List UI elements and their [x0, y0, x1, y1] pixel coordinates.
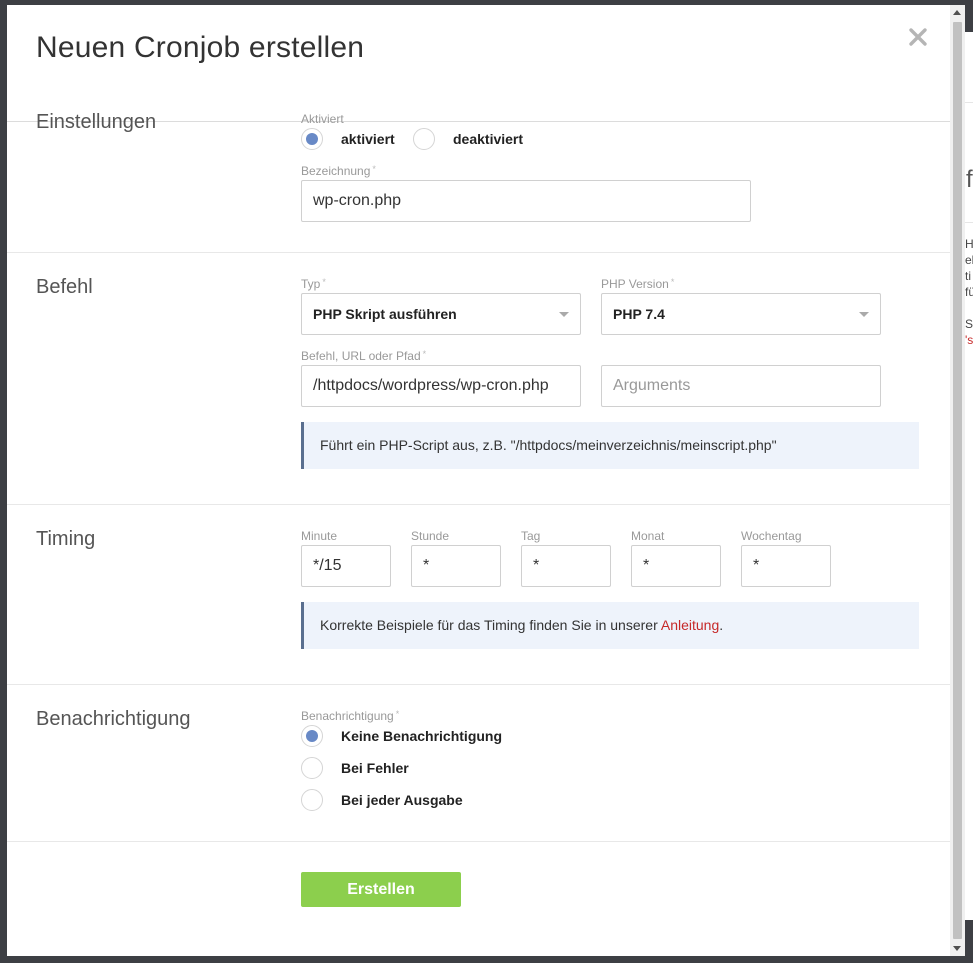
radio-deactivated[interactable]: [413, 128, 435, 150]
background-text-fragment: eh: [965, 253, 973, 267]
active-label: Aktiviert: [301, 112, 344, 126]
scroll-down-icon[interactable]: [953, 946, 961, 951]
background-text-fragment: Sp: [965, 317, 973, 331]
timing-label-weekday: Wochentag: [741, 529, 802, 543]
timing-info-text: Korrekte Beispiele für das Timing finden…: [320, 617, 661, 633]
section-title-command: Befehl: [36, 276, 93, 298]
section-divider: [7, 684, 950, 685]
type-select-value: PHP Skript ausführen: [313, 306, 457, 322]
radio-notification-on-error[interactable]: [301, 757, 323, 779]
radio-notification-none[interactable]: [301, 725, 323, 747]
background-text-fragment: ti: [965, 269, 971, 283]
scroll-up-icon[interactable]: [953, 10, 961, 15]
close-icon[interactable]: [906, 25, 930, 49]
timing-label-minute: Minute: [301, 529, 338, 543]
chevron-down-icon: [559, 312, 569, 317]
timing-input-minute[interactable]: [301, 545, 391, 587]
timing-input-day[interactable]: [521, 545, 611, 587]
name-label: Bezeichnung *: [301, 164, 376, 178]
modal-scrollbar[interactable]: [950, 5, 965, 956]
section-divider: [7, 504, 950, 505]
php-version-select[interactable]: PHP 7.4: [601, 293, 881, 335]
path-input[interactable]: [301, 365, 581, 407]
type-label: Typ *: [301, 277, 326, 291]
create-button[interactable]: Erstellen: [301, 872, 461, 907]
timing-label-day: Tag: [521, 529, 541, 543]
modal-title: Neuen Cronjob erstellen: [36, 31, 365, 64]
background-text-fragment: fü: [965, 285, 973, 299]
timing-input-month[interactable]: [631, 545, 721, 587]
background-heading-fragment: f: [966, 166, 973, 193]
path-label: Befehl, URL oder Pfad *: [301, 349, 427, 363]
background-text-fragment: H: [965, 237, 973, 251]
php-version-label: PHP Version *: [601, 277, 675, 291]
section-title-timing: Timing: [36, 528, 96, 550]
timing-info-box: Korrekte Beispiele für das Timing finden…: [301, 602, 919, 649]
timing-label-hour: Stunde: [411, 529, 450, 543]
radio-activated-label: aktiviert: [341, 131, 395, 147]
name-input[interactable]: [301, 180, 751, 222]
timing-info-suffix: .: [719, 617, 724, 633]
section-title-notification: Benachrichtigung: [36, 708, 191, 730]
type-select[interactable]: PHP Skript ausführen: [301, 293, 581, 335]
create-cronjob-modal: Neuen Cronjob erstellen Einstellungen Ak…: [7, 5, 950, 956]
command-info-box: Führt ein PHP-Script aus, z.B. "/httpdoc…: [301, 422, 919, 469]
chevron-down-icon: [859, 312, 869, 317]
radio-notification-none-label: Keine Benachrichtigung: [341, 728, 503, 744]
radio-notification-every-output[interactable]: [301, 789, 323, 811]
radio-notification-on-error-label: Bei Fehler: [341, 760, 409, 776]
radio-deactivated-label: deaktiviert: [453, 131, 524, 147]
section-divider: [7, 252, 950, 253]
background-text-fragment: 's: [965, 333, 973, 347]
section-title-settings: Einstellungen: [36, 111, 157, 133]
scrollbar-thumb[interactable]: [953, 22, 962, 939]
arguments-input[interactable]: [601, 365, 881, 407]
section-divider: [7, 841, 950, 842]
timing-label-month: Monat: [631, 529, 665, 543]
radio-notification-every-output-label: Bei jeder Ausgabe: [341, 792, 463, 808]
command-info-text: Führt ein PHP-Script aus, z.B. "/httpdoc…: [320, 437, 777, 453]
php-version-select-value: PHP 7.4: [613, 306, 665, 322]
radio-activated[interactable]: [301, 128, 323, 150]
guide-link[interactable]: Anleitung: [661, 617, 719, 633]
notification-label: Benachrichtigung *: [301, 709, 400, 723]
timing-input-weekday[interactable]: [741, 545, 831, 587]
timing-input-hour[interactable]: [411, 545, 501, 587]
